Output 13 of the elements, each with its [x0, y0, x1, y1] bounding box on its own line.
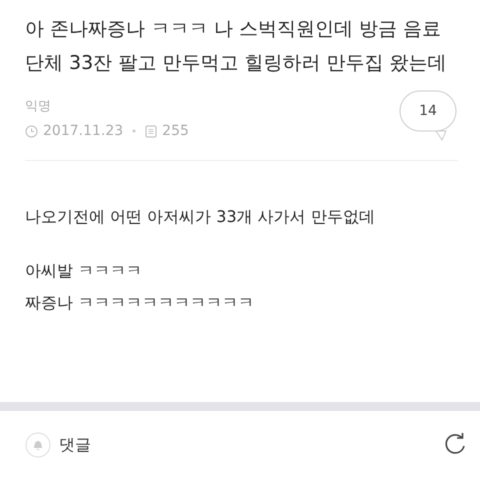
- post-date: 2017.11.23: [43, 123, 124, 139]
- separator-dot: [132, 129, 136, 133]
- bell-icon: [25, 432, 51, 458]
- body-text: 짜증나 ㅋㅋㅋㅋㅋㅋㅋㅋㅋㅋㅋ: [25, 292, 256, 314]
- body-text: 나오기전에 어떤 아저씨가 33개 사가서 만두없데: [25, 206, 376, 228]
- comments-label: 댓글: [59, 434, 91, 456]
- post-title: 아 존나짜증나 ㅋㅋㅋ 나 스벅직원인데 방금 음료 단체 33잔 팔고 만두먹고 힐링하러 만두집 왔는데: [25, 17, 448, 76]
- author-name: 익명: [25, 98, 52, 115]
- clock-icon: [25, 124, 38, 138]
- view-count: 255: [162, 123, 189, 139]
- body-text: 아씨발 ㅋㅋㅋㅋ: [25, 260, 144, 282]
- comment-count-bubble[interactable]: 14: [398, 90, 458, 142]
- views-icon: [145, 124, 158, 138]
